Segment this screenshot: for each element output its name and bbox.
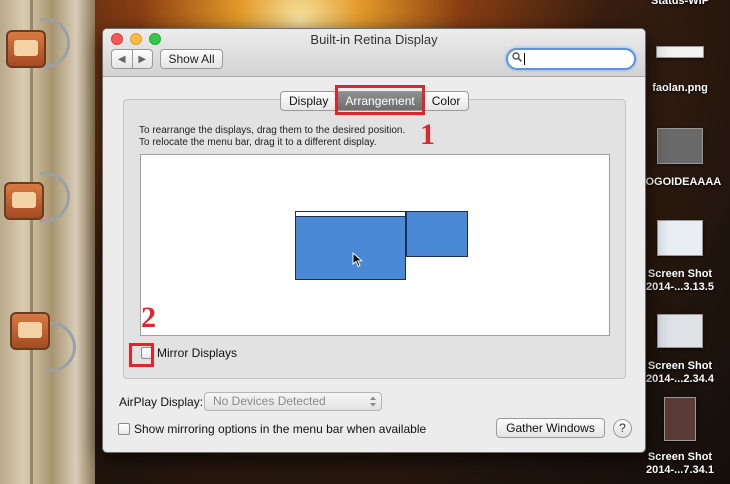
- search-input[interactable]: [524, 51, 628, 67]
- annotation-highlight-mirror: [129, 343, 154, 367]
- forward-arrow-icon[interactable]: ▶: [133, 50, 153, 68]
- gather-windows-button[interactable]: Gather Windows: [496, 418, 605, 438]
- mirror-displays-label: Mirror Displays: [157, 346, 238, 360]
- display-preferences-window: Built-in Retina Display ◀ ▶ Show All Dis…: [102, 28, 646, 453]
- lamp-decoration: [6, 30, 46, 68]
- show-mirroring-label: Show mirroring options in the menu bar w…: [134, 422, 427, 436]
- annotation-number-2: 2: [141, 301, 156, 334]
- file-thumbnail: [656, 46, 704, 58]
- airplay-display-label: AirPlay Display:: [119, 395, 204, 409]
- display-arrangement-canvas: [140, 154, 610, 336]
- show-mirroring-checkbox[interactable]: [118, 423, 130, 435]
- arrangement-instructions: To rearrange the displays, drag them to …: [139, 125, 406, 148]
- main-display-thumbnail[interactable]: [295, 211, 406, 280]
- back-forward-control: ◀ ▶: [111, 49, 153, 69]
- lamp-decoration: [10, 312, 50, 350]
- help-button[interactable]: ?: [613, 419, 632, 438]
- airplay-display-select[interactable]: No Devices Detected: [204, 392, 382, 411]
- file-thumbnail: [657, 314, 703, 348]
- menu-bar-handle[interactable]: [296, 212, 405, 217]
- wooden-post-decoration: [0, 0, 95, 484]
- search-icon: [512, 52, 522, 62]
- annotation-highlight-arrangement: [335, 85, 425, 115]
- file-thumbnail: [664, 397, 696, 441]
- search-field[interactable]: [506, 48, 636, 70]
- lamp-decoration: [4, 182, 44, 220]
- tab-display[interactable]: Display: [281, 92, 338, 110]
- show-all-button[interactable]: Show All: [160, 49, 223, 69]
- desktop-item-status-wip[interactable]: Status-WIP: [630, 0, 730, 8]
- secondary-display-thumbnail[interactable]: [406, 211, 468, 257]
- show-mirroring-option[interactable]: Show mirroring options in the menu bar w…: [118, 421, 426, 437]
- back-arrow-icon[interactable]: ◀: [112, 50, 133, 68]
- mirror-displays-option[interactable]: Mirror Displays: [141, 345, 237, 361]
- annotation-number-1: 1: [420, 118, 435, 151]
- file-thumbnail: [657, 220, 703, 256]
- tab-color[interactable]: Color: [424, 92, 469, 110]
- file-thumbnail: [657, 128, 703, 164]
- mouse-pointer-icon: [352, 252, 363, 268]
- window-title: Built-in Retina Display: [310, 32, 438, 47]
- title-bar: Built-in Retina Display ◀ ▶ Show All: [103, 29, 645, 77]
- select-arrows-icon: [370, 396, 376, 407]
